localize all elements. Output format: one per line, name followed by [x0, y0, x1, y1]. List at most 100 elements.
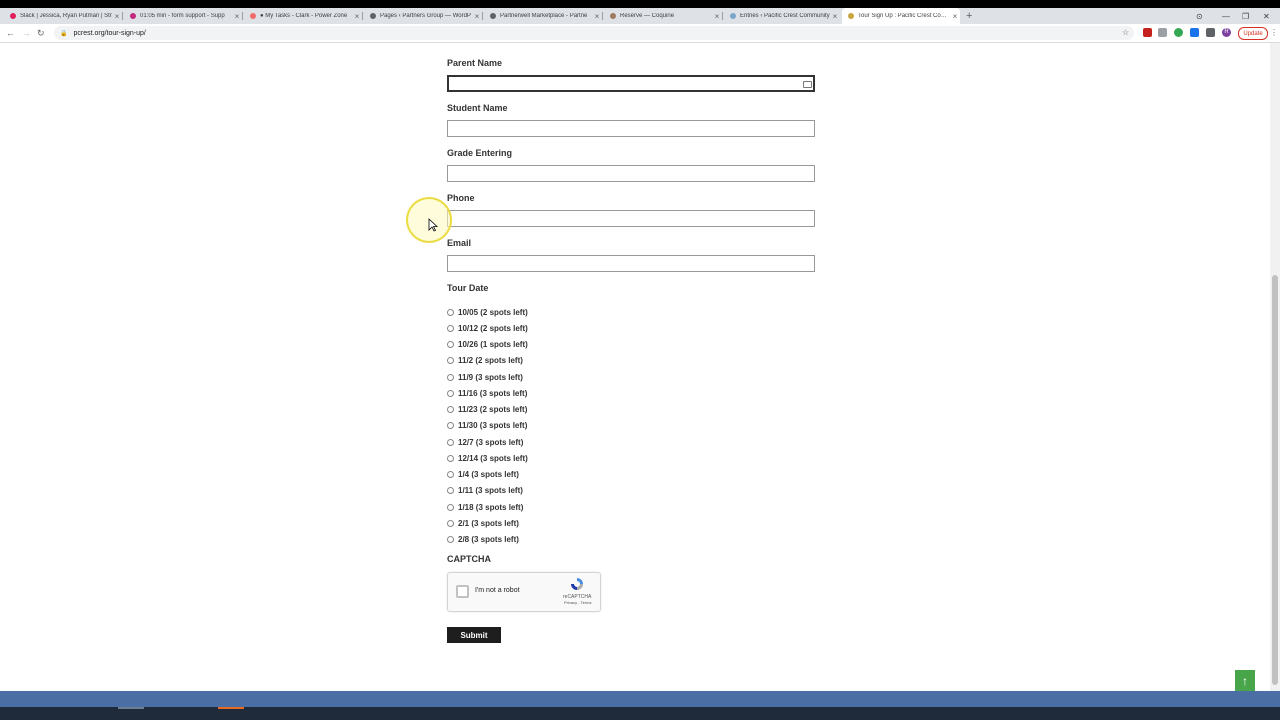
lock-icon: 🔒 — [60, 30, 68, 37]
tour-date-option[interactable]: 10/26 (1 spots left) — [447, 339, 528, 351]
recaptcha-terms-link[interactable]: Privacy - Terms — [564, 600, 591, 605]
extension-icon-camera[interactable] — [1158, 28, 1167, 37]
recaptcha-checkbox[interactable] — [456, 585, 469, 598]
tour-date-option-label: 2/8 (3 spots left) — [458, 535, 519, 544]
tab-close-icon[interactable]: × — [712, 12, 722, 21]
extension-icon-green[interactable] — [1174, 28, 1183, 37]
browser-tab[interactable]: Tour Sign Up : Pacific Crest Comm × — [842, 8, 960, 24]
bookmark-star-icon[interactable]: ☆ — [1122, 24, 1129, 42]
tour-date-option[interactable]: 2/1 (3 spots left) — [447, 517, 519, 529]
browser-tab[interactable]: ● My Tasks - Clark - Power Zone × — [244, 8, 362, 24]
recaptcha-widget: I'm not a robot reCAPTCHA Privacy - Terms — [447, 572, 601, 612]
maximize-button[interactable]: ❐ — [1242, 8, 1249, 24]
address-bar[interactable]: 🔒 pcrest.org/tour-sign-up/ — [54, 26, 1134, 40]
scrollbar-thumb[interactable] — [1272, 275, 1278, 685]
taskbar-item[interactable] — [118, 707, 144, 709]
tour-date-radio[interactable] — [447, 519, 454, 527]
profile-search-icon[interactable]: ⊙ — [1196, 8, 1203, 24]
tour-date-radio[interactable] — [447, 308, 454, 316]
new-tab-button[interactable]: + — [966, 8, 972, 24]
tour-date-option[interactable]: 10/12 (2 spots left) — [447, 322, 528, 334]
tab-favicon-icon — [610, 13, 616, 19]
browser-menu-icon[interactable]: ⋮ — [1270, 27, 1278, 38]
tour-date-radio[interactable] — [447, 536, 454, 543]
tab-favicon-icon — [370, 13, 376, 19]
tour-date-option[interactable]: 1/11 (3 spots left) — [447, 485, 523, 497]
back-to-top-button[interactable]: ↑ — [1235, 670, 1255, 691]
tab-title: Pages ‹ Partners Group — WordP — [380, 13, 471, 19]
tour-date-option[interactable]: 11/23 (2 spots left) — [447, 404, 527, 416]
student-name-input[interactable] — [447, 120, 815, 137]
browser-tab[interactable]: 01:05 min - form support - Supp × — [124, 8, 242, 24]
tab-separator — [722, 12, 723, 20]
update-button[interactable]: Update — [1238, 27, 1268, 40]
tour-date-radio[interactable] — [447, 357, 454, 365]
browser-tab[interactable]: Pages ‹ Partners Group — WordP × — [364, 8, 482, 24]
browser-tab[interactable]: Slack | Jessica, Ryan Putman | Str × — [4, 8, 122, 24]
screen-top-edge — [0, 0, 1280, 8]
email-label: Email — [447, 238, 472, 248]
tab-close-icon[interactable]: × — [830, 12, 840, 21]
tour-date-option-label: 10/05 (2 spots left) — [458, 307, 528, 317]
back-icon[interactable]: ← — [6, 24, 15, 42]
parent-name-input[interactable] — [447, 75, 815, 92]
forward-icon[interactable]: → — [22, 24, 31, 42]
tour-date-radio[interactable] — [447, 471, 454, 478]
tour-date-radio[interactable] — [447, 373, 454, 381]
tour-date-option[interactable]: 1/18 (3 spots left) — [447, 501, 523, 513]
tour-date-option[interactable]: 2/8 (3 spots left) — [447, 534, 519, 546]
tour-date-radio[interactable] — [447, 503, 454, 511]
recaptcha-text: I'm not a robot — [475, 587, 520, 594]
tour-date-radio[interactable] — [447, 422, 454, 430]
phone-label: Phone — [447, 193, 475, 203]
page-content: Parent Name Student Name Grade Entering Pho… — [0, 43, 1270, 691]
tour-date-option-label: 11/2 (2 spots left) — [458, 356, 523, 366]
tab-favicon-icon — [848, 13, 854, 19]
tour-date-option-label: 11/23 (2 spots left) — [458, 405, 528, 414]
captcha-label: CAPTCHA — [447, 554, 491, 564]
grade-entering-input[interactable] — [447, 165, 815, 182]
tour-date-option[interactable]: 12/14 (3 spots left) — [447, 452, 528, 464]
tour-date-option[interactable]: 1/4 (3 spots left) — [447, 469, 519, 481]
tour-date-option[interactable]: 10/05 (2 spots left) — [447, 306, 528, 318]
tab-title: ● My Tasks - Clark - Power Zone — [260, 13, 348, 19]
extension-icon-red[interactable] — [1143, 28, 1152, 37]
tour-date-option[interactable]: 11/30 (3 spots left) — [447, 420, 527, 432]
minimize-button[interactable]: — — [1222, 8, 1230, 24]
tab-close-icon[interactable]: × — [352, 12, 362, 21]
extension-icon-blue[interactable] — [1190, 28, 1199, 37]
tab-title: Slack | Jessica, Ryan Putman | Str — [20, 13, 112, 19]
browser-tab[interactable]: Reserve — Coquine × — [604, 8, 722, 24]
tour-date-radio[interactable] — [447, 324, 454, 332]
tab-close-icon[interactable]: × — [592, 12, 602, 21]
tab-close-icon[interactable]: × — [232, 12, 242, 21]
extensions-puzzle-icon[interactable] — [1206, 28, 1215, 37]
tab-close-icon[interactable]: × — [112, 12, 122, 21]
browser-tab[interactable]: Entries ‹ Pacific Crest Community × — [724, 8, 840, 24]
close-window-button[interactable]: ✕ — [1263, 8, 1270, 24]
mouse-pointer-icon — [428, 218, 438, 232]
tour-date-option[interactable]: 12/7 (3 spots left) — [447, 436, 523, 448]
tour-date-radio[interactable] — [447, 487, 454, 495]
phone-input[interactable] — [447, 210, 815, 227]
tour-date-radio[interactable] — [447, 454, 454, 462]
page-scrollbar[interactable] — [1270, 43, 1280, 691]
taskbar-item-active[interactable] — [218, 707, 244, 709]
grade-entering-label: Grade Entering — [447, 148, 513, 158]
tour-date-radio[interactable] — [447, 438, 454, 446]
submit-button[interactable]: Submit — [447, 627, 501, 643]
tour-date-option[interactable]: 11/9 (3 spots left) — [447, 371, 523, 383]
browser-tab[interactable]: Partnerwell Marketplace - Partne × — [484, 8, 602, 24]
autofill-contact-icon[interactable] — [803, 81, 812, 88]
tour-date-option[interactable]: 11/2 (2 spots left) — [447, 355, 523, 367]
tour-date-radio[interactable] — [447, 341, 454, 348]
tour-date-radio[interactable] — [447, 389, 454, 397]
profile-avatar[interactable]: R — [1222, 28, 1231, 37]
email-input[interactable] — [447, 255, 815, 272]
tab-close-icon[interactable]: × — [472, 12, 482, 21]
reload-icon[interactable]: ↻ — [37, 24, 45, 42]
tour-date-radio[interactable] — [447, 406, 454, 413]
tab-close-icon[interactable]: × — [950, 12, 960, 21]
tour-date-option[interactable]: 11/16 (3 spots left) — [447, 387, 527, 399]
student-name-label: Student Name — [447, 103, 508, 113]
